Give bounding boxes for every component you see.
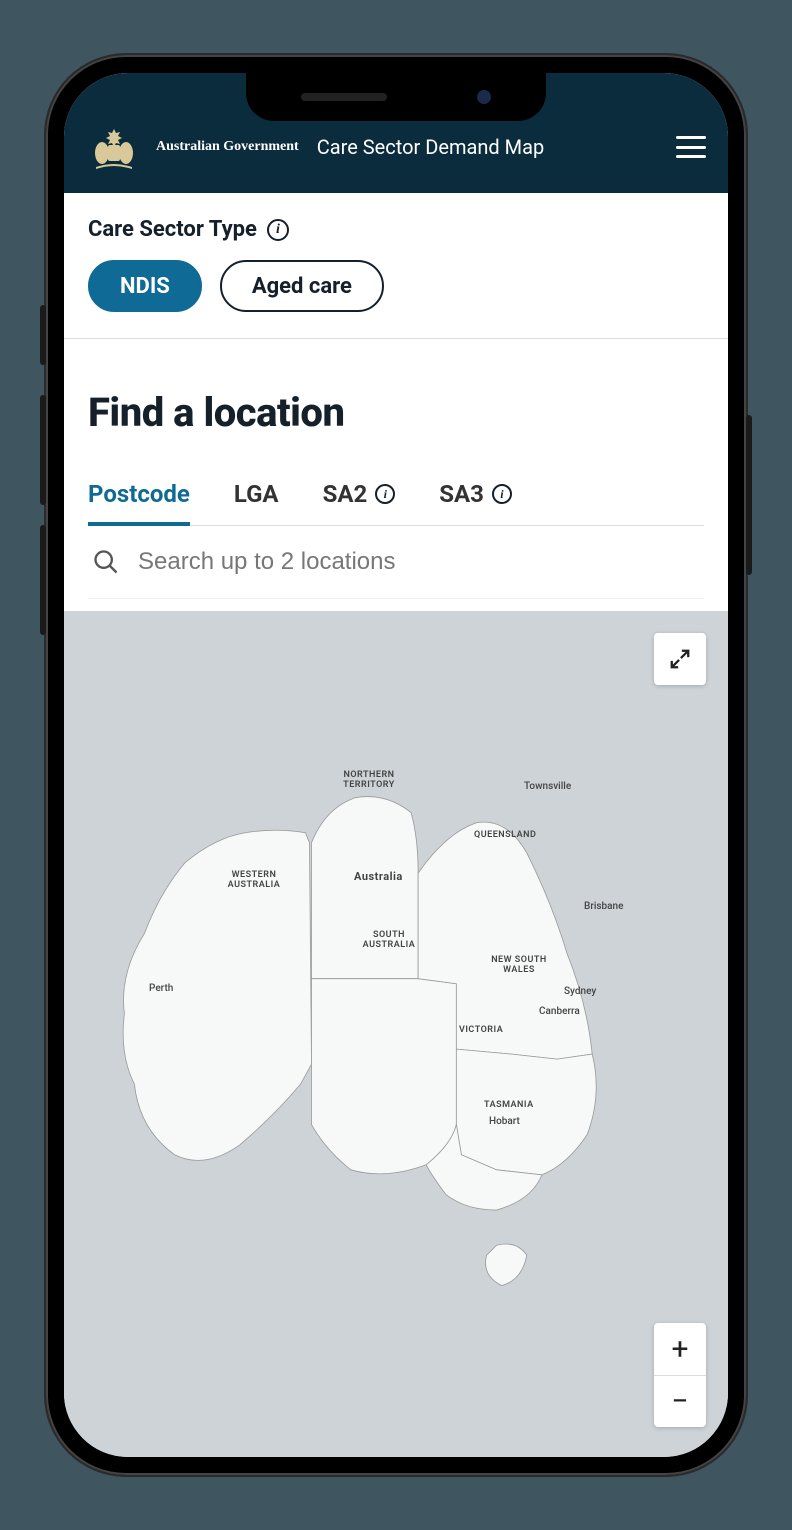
search-row [88,526,704,599]
map-label-city: Canberra [539,1006,580,1017]
phone-notch [246,73,546,121]
australia-map [64,611,728,1457]
map-label-city: Perth [149,983,173,994]
find-location-section: Find a location Postcode LGA SA2 i SA3 i [64,339,728,599]
sector-pill-aged-care[interactable]: Aged care [220,260,384,312]
phone-side-button [40,305,46,365]
expand-map-button[interactable] [654,633,706,685]
tab-label: SA2 [323,480,368,508]
map-label-state: VICTORIA [459,1026,503,1036]
map-label-city: Sydney [564,986,596,997]
phone-side-button [40,395,46,505]
map-label-state: NEW SOUTH WALES [479,956,559,976]
location-search-input[interactable] [138,548,700,576]
map-label-state: SOUTH AUSTRALIA [349,931,429,951]
tab-label: LGA [234,480,279,508]
map-label-state: WESTERN AUSTRALIA [214,871,294,891]
map-label-state: QUEENSLAND [474,831,536,841]
gov-text: Australian Government [156,139,299,155]
sector-type-label: Care Sector Type [88,217,257,242]
gov-crest-icon [86,123,142,171]
tab-label: Postcode [88,480,190,508]
map-container[interactable]: Australia WESTERN AUSTRALIA NORTHERN TER… [64,611,728,1457]
info-icon[interactable]: i [492,484,512,504]
expand-icon [669,648,691,670]
tab-sa3[interactable]: SA3 i [439,480,512,526]
tab-lga[interactable]: LGA [234,480,279,526]
map-label-city: Brisbane [584,901,623,912]
tab-postcode[interactable]: Postcode [88,480,190,526]
zoom-out-button[interactable]: − [654,1375,706,1427]
info-icon[interactable]: i [375,484,395,504]
phone-side-button [40,525,46,635]
tab-sa2[interactable]: SA2 i [323,480,396,526]
sector-pill-ndis[interactable]: NDIS [88,260,202,312]
menu-button[interactable] [676,136,706,158]
tab-label: SA3 [439,480,484,508]
map-label-country: Australia [354,871,403,883]
map-label-state: NORTHERN TERRITORY [329,771,409,791]
phone-side-button [746,415,752,575]
map-label-state: TASMANIA [484,1101,534,1111]
app-title: Care Sector Demand Map [317,135,545,159]
zoom-controls: + − [654,1323,706,1427]
phone-frame: Australian Government Care Sector Demand… [46,55,746,1475]
search-icon [92,548,120,576]
sector-type-section: Care Sector Type i NDIS Aged care [64,193,728,339]
map-label-city: Hobart [489,1116,520,1127]
zoom-in-button[interactable]: + [654,1323,706,1375]
find-heading: Find a location [88,389,704,436]
info-icon[interactable]: i [267,219,289,241]
location-type-tabs: Postcode LGA SA2 i SA3 i [88,480,704,526]
map-label-city: Townsville [524,781,571,792]
